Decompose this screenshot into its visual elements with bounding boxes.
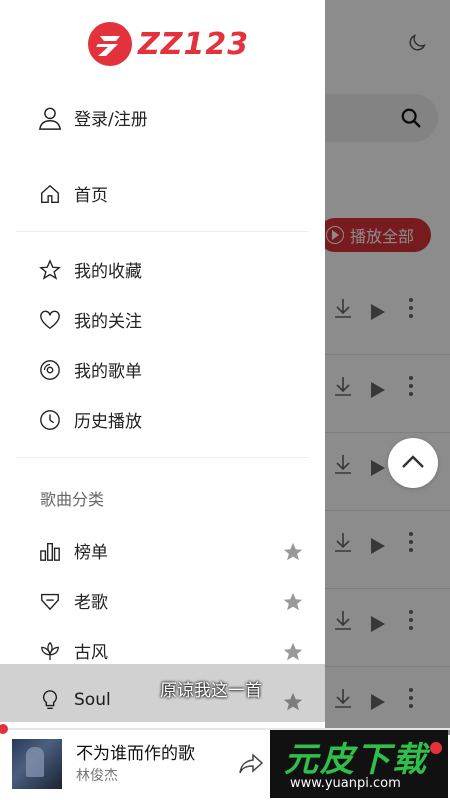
category-ancient[interactable]: 古风 <box>38 638 108 663</box>
menu-item-label: 我的歌单 <box>74 362 142 382</box>
category-label: 古风 <box>74 643 108 663</box>
star-icon[interactable] <box>282 641 304 663</box>
star-icon[interactable] <box>282 591 304 613</box>
progress-handle[interactable] <box>0 724 8 734</box>
login-item[interactable]: 登录/注册 <box>38 105 148 130</box>
section-title: 歌曲分类 <box>40 490 105 509</box>
clock-icon <box>38 408 62 432</box>
menu-item-following[interactable]: 我的关注 <box>38 307 142 332</box>
user-icon <box>38 106 62 130</box>
divider <box>16 231 308 232</box>
watermark-text: 元皮下载 <box>284 740 428 780</box>
home-item[interactable]: 首页 <box>38 181 108 206</box>
menu-item-history[interactable]: 历史播放 <box>38 407 142 432</box>
side-drawer: ZZ123 登录/注册 首页 我的收藏 我的关注 我的歌单 历史播放 歌曲分类 … <box>0 0 325 735</box>
menu-item-playlists[interactable]: 我的歌单 <box>38 357 142 382</box>
star-icon[interactable] <box>282 541 304 563</box>
home-label: 首页 <box>74 186 108 206</box>
bar-chart-icon <box>38 539 62 563</box>
share-icon[interactable] <box>238 752 264 776</box>
album-cover[interactable] <box>12 739 62 789</box>
menu-item-label: 历史播放 <box>74 412 142 432</box>
disc-icon <box>38 358 62 382</box>
logo-mark-icon <box>88 22 132 66</box>
tag-icon <box>38 589 62 613</box>
app-logo: ZZ123 <box>88 22 249 66</box>
menu-item-favorites[interactable]: 我的收藏 <box>38 257 142 282</box>
logo-text: ZZ123 <box>138 26 250 62</box>
chevron-up-icon <box>402 455 424 468</box>
divider <box>16 457 308 458</box>
category-label: 榜单 <box>74 543 108 563</box>
category-charts[interactable]: 榜单 <box>38 538 108 563</box>
category-oldies[interactable]: 老歌 <box>38 588 108 613</box>
scroll-top-button[interactable] <box>388 438 438 488</box>
menu-item-label: 我的收藏 <box>74 262 142 282</box>
watermark-url: www.yuanpi.com <box>290 776 401 791</box>
song-artist: 林俊杰 <box>76 768 118 784</box>
home-icon <box>38 182 62 206</box>
menu-item-label: 我的关注 <box>74 312 142 332</box>
watermark-dot <box>430 742 442 754</box>
lyric-caption: 原谅我这一首 <box>160 681 262 701</box>
heart-outline-icon <box>38 308 62 332</box>
category-label: 老歌 <box>74 593 108 613</box>
watermark-logo: 元皮下载 www.yuanpi.com <box>270 730 448 798</box>
star-outline-icon <box>38 258 62 282</box>
login-label: 登录/注册 <box>74 110 148 130</box>
lotus-icon <box>38 639 62 663</box>
song-title: 不为谁而作的歌 <box>76 744 195 764</box>
